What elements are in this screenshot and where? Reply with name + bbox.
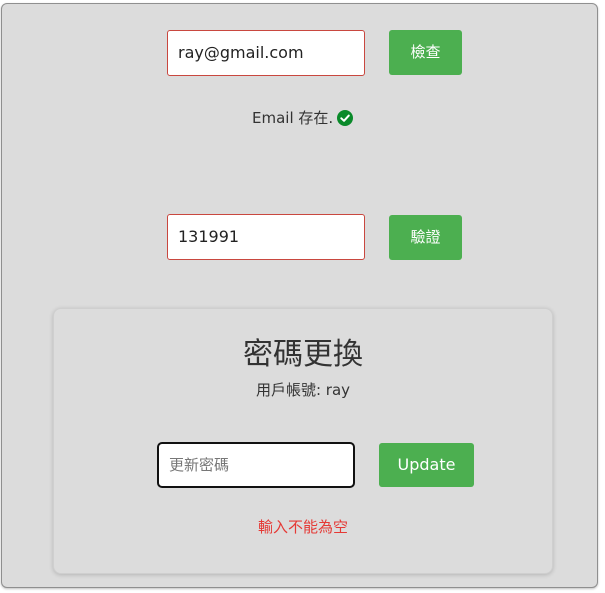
verify-button[interactable]: 驗證 [389,215,462,260]
card-title: 密碼更換 [243,337,363,372]
email-status-text: Email 存在. [252,109,334,127]
email-status: Email 存在. [252,107,354,128]
app-window: ray@gmail.com 檢查 Email 存在. 131991 驗證 密碼更… [1,3,598,588]
email-input[interactable]: ray@gmail.com [167,30,365,76]
error-message: 輸入不能為空 [257,518,348,536]
account-label: 用戶帳號: ray [255,381,351,399]
check-button[interactable]: 檢查 [389,30,462,75]
check-circle-icon [337,109,354,126]
update-button[interactable]: Update [379,443,474,487]
new-password-input[interactable]: 更新密碼 [157,442,355,488]
verification-code-input[interactable]: 131991 [167,214,365,260]
password-change-card: 密碼更換 用戶帳號: ray 更新密碼 Update 輸入不能為空 [53,308,553,574]
